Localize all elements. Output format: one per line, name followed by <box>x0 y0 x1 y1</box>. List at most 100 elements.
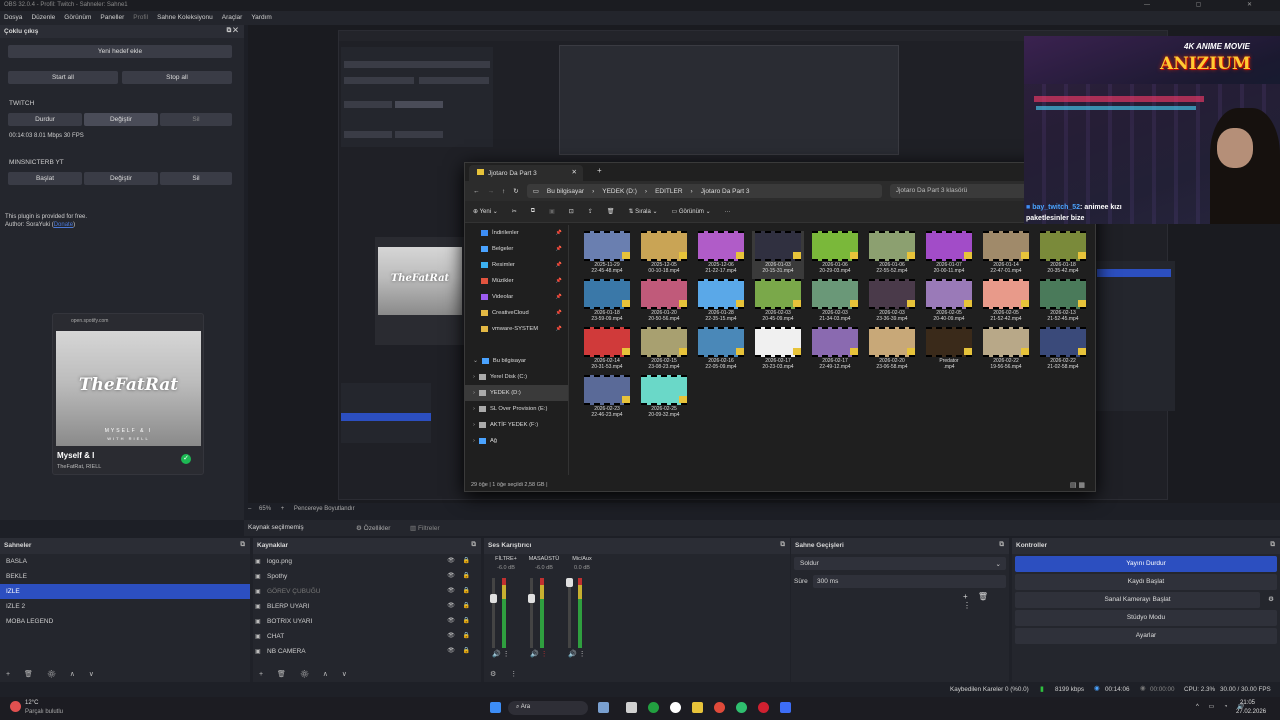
nav-item[interactable]: Belgeler 📌 <box>465 241 568 257</box>
video-file[interactable]: 2026-01-28 22-35-15.mp4 <box>695 279 747 327</box>
video-file[interactable]: 2026-02-16 22-05-09.mp4 <box>695 327 747 375</box>
video-file[interactable]: 2026-02-20 23-06-58.mp4 <box>866 327 918 375</box>
video-file[interactable]: 2026-01-14 22-47-01.mp4 <box>980 231 1032 279</box>
gear-icon[interactable]: ⚙ <box>1268 592 1274 608</box>
settings-button[interactable]: Ayarlar <box>1015 628 1277 644</box>
video-file[interactable]: 2026-02-13 21-52-45.mp4 <box>1037 279 1089 327</box>
close-icon[interactable]: ⧉ ✕ <box>227 27 238 35</box>
source-item[interactable]: ▣ BOTRIX UYARI 👁 🔒 <box>253 614 481 629</box>
menu-item[interactable]: Sahne Koleksiyonu <box>157 14 213 22</box>
video-file[interactable]: 2026-02-14 20-31-53.mp4 <box>581 327 633 375</box>
dock-menu-icon[interactable]: ⧉ <box>240 541 245 549</box>
new-tab-icon[interactable]: + <box>597 166 602 175</box>
visibility-lock-icons[interactable]: 👁 🔒 <box>447 602 473 609</box>
new-button[interactable]: ⊕ Yeni ⌄ <box>473 208 498 215</box>
source-item[interactable]: ▣ logo.png 👁 🔒 <box>253 554 481 569</box>
nav-item[interactable]: › Yerel Disk (C:) <box>465 369 568 385</box>
view-button[interactable]: ▭ Görünüm ⌄ <box>672 208 711 215</box>
explorer-tab[interactable]: Jjotaro Da Part 3 ✕ <box>469 165 583 181</box>
close-tab-icon[interactable]: ✕ <box>572 168 577 176</box>
zoom-minus-icon[interactable]: – <box>248 506 251 512</box>
up-icon[interactable]: ↑ <box>502 188 505 195</box>
start-target-button[interactable]: Başlat <box>8 172 82 185</box>
task-view-icon[interactable] <box>598 702 609 713</box>
expand-chevron-icon[interactable]: › <box>473 438 475 444</box>
video-file[interactable]: 2026-01-06 20-29-03.mp4 <box>809 231 861 279</box>
source-toolbar[interactable]: + 🗑 ⚙ ∧ ∨ <box>259 670 353 678</box>
volume-fader[interactable] <box>530 578 533 648</box>
window-controls[interactable]: — ▢ ✕ <box>1144 1 1274 8</box>
delete-icon[interactable]: 🗑 <box>607 208 615 215</box>
menu-item[interactable]: Profil <box>133 14 148 22</box>
fader-knob[interactable] <box>566 578 573 587</box>
start-icon[interactable] <box>490 702 501 713</box>
crumb-item[interactable]: EDITLER <box>655 188 682 195</box>
video-file[interactable]: 2025-12-06 21-22-17.mp4 <box>695 231 747 279</box>
dock-menu-icon[interactable]: ⧉ <box>471 541 476 549</box>
edit-target-button[interactable]: Değiştir <box>84 113 158 126</box>
more-icon[interactable]: ··· <box>725 209 731 215</box>
opera-icon[interactable] <box>758 702 769 713</box>
video-file[interactable]: 2026-02-03 23-36-39.mp4 <box>866 279 918 327</box>
delete-target-button[interactable]: Sil <box>160 113 232 126</box>
store-icon[interactable] <box>780 702 791 713</box>
menu-item[interactable]: Dosya <box>4 14 22 22</box>
crumb-item[interactable]: Jjotaro Da Part 3 <box>701 188 750 195</box>
video-file[interactable]: 2026-02-15 23-08-23.mp4 <box>638 327 690 375</box>
video-file[interactable]: 2026-01-18 20-35-42.mp4 <box>1037 231 1089 279</box>
nav-item[interactable]: ⌄ Bu bilgisayar <box>465 353 568 369</box>
visibility-lock-icons[interactable]: 👁 🔒 <box>447 647 473 654</box>
view-toggle-icons[interactable]: ▤ ▦ <box>1070 481 1085 489</box>
video-file[interactable]: 2026-01-03 20-15-31.mp4 <box>752 231 804 279</box>
video-file[interactable]: 2026-02-22 19-56-56.mp4 <box>980 327 1032 375</box>
nav-item[interactable]: CreativeCloud 📌 <box>465 305 568 321</box>
duration-field[interactable]: 300 ms <box>813 575 1006 588</box>
speaker-icon[interactable]: 🔊 ⋮ <box>530 650 548 658</box>
expand-chevron-icon[interactable]: › <box>473 406 475 412</box>
share-icon[interactable]: ⇪ <box>588 208 593 215</box>
video-file[interactable]: 2025-11-29 22-45-48.mp4 <box>581 231 633 279</box>
menu-item[interactable]: Görünüm <box>64 14 91 22</box>
paste-icon[interactable]: ▣ <box>549 208 555 215</box>
scene-toolbar[interactable]: + 🗑 ⚙ ∧ ∨ <box>6 670 100 678</box>
properties-button[interactable]: ⚙ Özellikler <box>356 524 390 532</box>
fit-window-button[interactable]: Pencereye Boyutlandır <box>294 506 355 512</box>
nav-item[interactable]: İndirilenler 📌 <box>465 225 568 241</box>
edit-target-button[interactable]: Değiştir <box>84 172 158 185</box>
visibility-lock-icons[interactable]: 👁 🔒 <box>447 587 473 594</box>
obs-icon[interactable] <box>670 702 681 713</box>
scene-item[interactable]: BEKLE <box>0 569 250 584</box>
speaker-icon[interactable]: 🔊 ⋮ <box>568 650 586 658</box>
forward-icon[interactable]: → <box>488 188 495 195</box>
video-file[interactable]: 2026-02-05 20-40-09.mp4 <box>923 279 975 327</box>
nav-item[interactable]: vmware-SYSTEM 📌 <box>465 321 568 337</box>
video-file[interactable]: 2026-02-22 21-02-58.mp4 <box>1037 327 1089 375</box>
source-item[interactable]: ▣ CHAT 👁 🔒 <box>253 629 481 644</box>
video-file[interactable]: 2026-02-17 22-49-12.mp4 <box>809 327 861 375</box>
app-icon[interactable] <box>736 702 747 713</box>
video-file[interactable]: 2026-02-17 20-23-03.mp4 <box>752 327 804 375</box>
copy-icon[interactable]: ⧉ <box>531 208 535 215</box>
menu-item[interactable]: Yardım <box>251 14 271 22</box>
stop-all-button[interactable]: Stop all <box>122 71 232 84</box>
menu-item[interactable]: Araçlar <box>222 14 243 22</box>
stop-stream-button[interactable]: Yayını Durdur <box>1015 556 1277 572</box>
donate-link[interactable]: Donate <box>54 222 73 228</box>
transition-toolbar[interactable]: + 🗑 ⋮ <box>963 592 1009 610</box>
volume-fader[interactable] <box>568 578 571 648</box>
scene-item[interactable]: IZLE 2 <box>0 599 250 614</box>
xbox-icon[interactable] <box>648 702 659 713</box>
nav-item[interactable]: › AKTİF YEDEK (F:) <box>465 417 568 433</box>
fader-knob[interactable] <box>528 594 535 603</box>
add-target-button[interactable]: Yeni hedef ekle <box>8 45 232 58</box>
video-file[interactable]: 2026-01-07 20-00-11.mp4 <box>923 231 975 279</box>
nav-item[interactable]: › Ağ <box>465 433 568 449</box>
dock-menu-icon[interactable]: ⧉ <box>1270 541 1275 549</box>
visibility-lock-icons[interactable]: 👁 🔒 <box>447 632 473 639</box>
crumb-item[interactable]: YEDEK (D:) <box>602 188 637 195</box>
source-item[interactable]: ▣ GÖREV ÇUBUĞU 👁 🔒 <box>253 584 481 599</box>
start-all-button[interactable]: Start all <box>8 71 118 84</box>
nav-item[interactable]: › SL Over Provision (E:) <box>465 401 568 417</box>
studio-mode-button[interactable]: Stüdyo Modu <box>1015 610 1277 626</box>
start-virtual-camera-button[interactable]: Sanal Kamerayı Başlat ⚙ <box>1015 592 1274 608</box>
